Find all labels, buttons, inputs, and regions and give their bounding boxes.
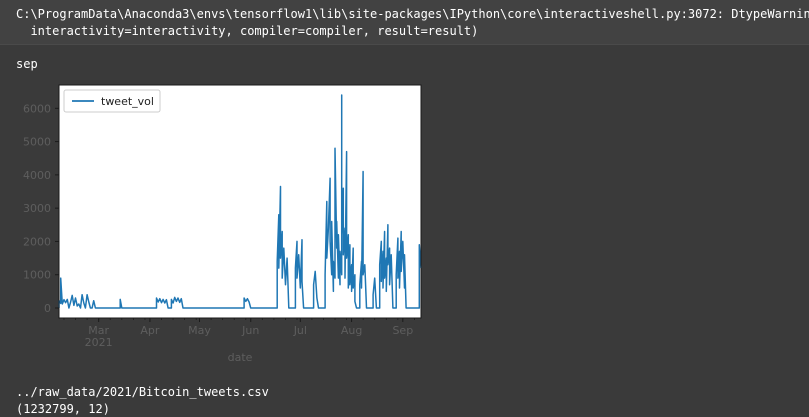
x-axis-label: date (228, 351, 253, 364)
output-label-sep: sep (16, 57, 38, 71)
y-tick-label: 4000 (23, 169, 51, 182)
x-tick-sublabel: 2021 (85, 336, 113, 349)
y-tick-label: 1000 (23, 269, 51, 282)
x-tick-label: Aug (341, 324, 362, 337)
output-dataframe-shape: (1232799, 12) (16, 402, 110, 416)
output-file-path: ../raw_data/2021/Bitcoin_tweets.csv (16, 385, 269, 399)
legend-label: tweet_vol (101, 95, 154, 108)
x-axis: Mar2021Apr May Jun Jul Aug Sep (63, 318, 415, 349)
y-tick-label: 0 (44, 302, 51, 315)
x-tick-label: Jul (293, 324, 307, 337)
warning-output-cell: C:\ProgramData\Anaconda3\envs\tensorflow… (0, 0, 809, 45)
plot-area (59, 85, 421, 318)
legend: tweet_vol (63, 89, 161, 113)
y-axis: 0 1000 2000 3000 4000 5000 6000 (23, 102, 59, 315)
y-tick-label: 2000 (23, 235, 51, 248)
x-tick-label: Jun (241, 324, 259, 337)
y-tick-label: 6000 (23, 102, 51, 115)
warning-line-2: interactivity=interactivity, compiler=co… (16, 24, 479, 38)
x-tick-label: May (188, 324, 211, 337)
x-tick-label: Sep (392, 324, 413, 337)
y-tick-label: 3000 (23, 202, 51, 215)
y-tick-label: 5000 (23, 136, 51, 149)
tweet-volume-line-chart: 0100020003000400050006000 Mar2021Apr May J… (23, 84, 422, 364)
warning-line-1: C:\ProgramData\Anaconda3\envs\tensorflow… (16, 7, 809, 21)
x-tick-label: Apr (140, 324, 160, 337)
